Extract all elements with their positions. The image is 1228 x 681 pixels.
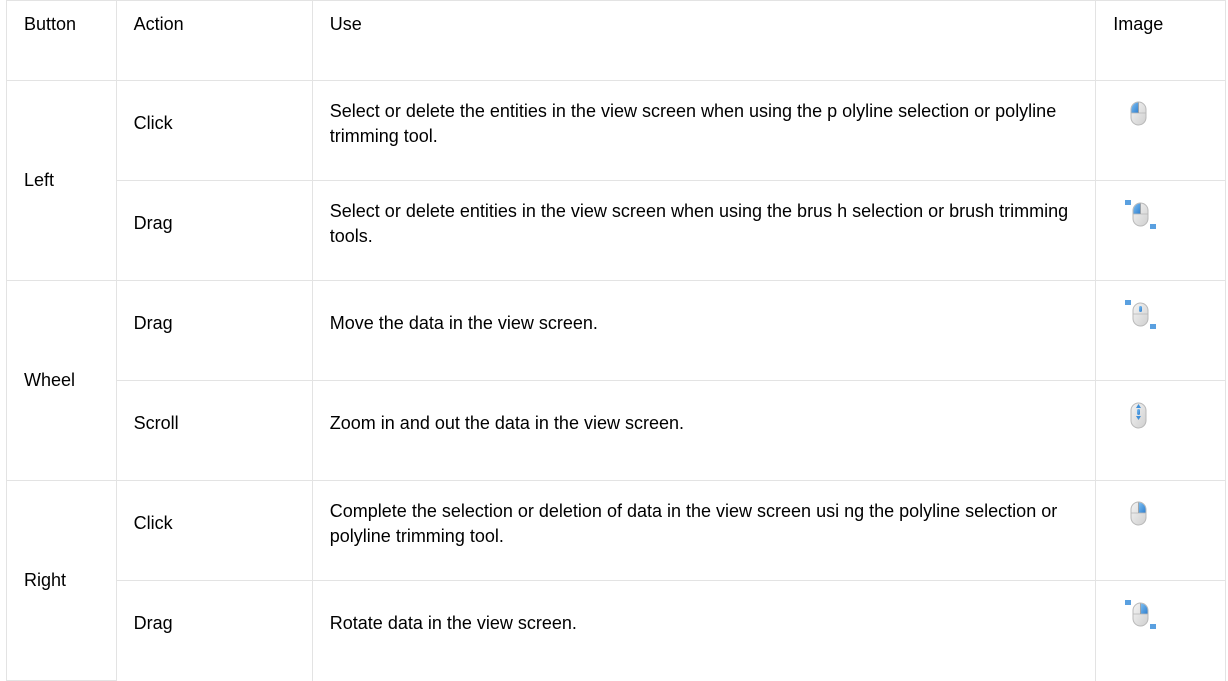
action-cell: Drag bbox=[115, 580, 313, 681]
use-cell: Move the data in the view screen. bbox=[311, 280, 1097, 381]
header-action: Action bbox=[115, 0, 313, 81]
header-use: Use bbox=[311, 0, 1097, 81]
use-cell: Select or delete the entities in the vie… bbox=[311, 80, 1097, 181]
button-cell-left: Left bbox=[6, 80, 117, 281]
table-header-row: Button Action Use Image bbox=[6, 0, 1226, 81]
table-row: Wheel Drag Move the data in the view scr… bbox=[6, 280, 1226, 481]
action-cell: Drag bbox=[115, 280, 313, 381]
mouse-controls-table: Button Action Use Image Left Click Selec… bbox=[6, 0, 1226, 681]
table-row: Left Click Select or delete the entities… bbox=[6, 80, 1226, 281]
action-cell: Click bbox=[115, 480, 313, 581]
header-button: Button bbox=[6, 0, 117, 81]
mouse-right-drag-icon bbox=[1113, 599, 1208, 633]
mouse-left-drag-icon bbox=[1113, 199, 1208, 233]
table-row: Right Click Complete the selection or de… bbox=[6, 480, 1226, 681]
header-image: Image bbox=[1095, 0, 1226, 81]
use-cell: Zoom in and out the data in the view scr… bbox=[311, 380, 1097, 481]
table-row: Drag Rotate data in the view screen. bbox=[7, 580, 1226, 681]
use-cell: Complete the selection or deletion of da… bbox=[311, 480, 1097, 581]
action-cell: Click bbox=[115, 80, 313, 181]
mouse-right-click-icon bbox=[1113, 499, 1208, 529]
action-cell: Drag bbox=[115, 180, 313, 281]
button-cell-wheel: Wheel bbox=[6, 280, 117, 481]
use-cell: Rotate data in the view screen. bbox=[311, 580, 1097, 681]
use-cell: Select or delete entities in the view sc… bbox=[311, 180, 1097, 281]
mouse-wheel-scroll-icon bbox=[1113, 399, 1208, 433]
table-row: Drag Select or delete entities in the vi… bbox=[7, 180, 1226, 281]
mouse-wheel-drag-icon bbox=[1113, 299, 1208, 333]
mouse-left-click-icon bbox=[1113, 99, 1208, 129]
table-row: Scroll Zoom in and out the data in the v… bbox=[7, 380, 1226, 481]
action-cell: Scroll bbox=[115, 380, 313, 481]
button-cell-right: Right bbox=[6, 480, 117, 681]
